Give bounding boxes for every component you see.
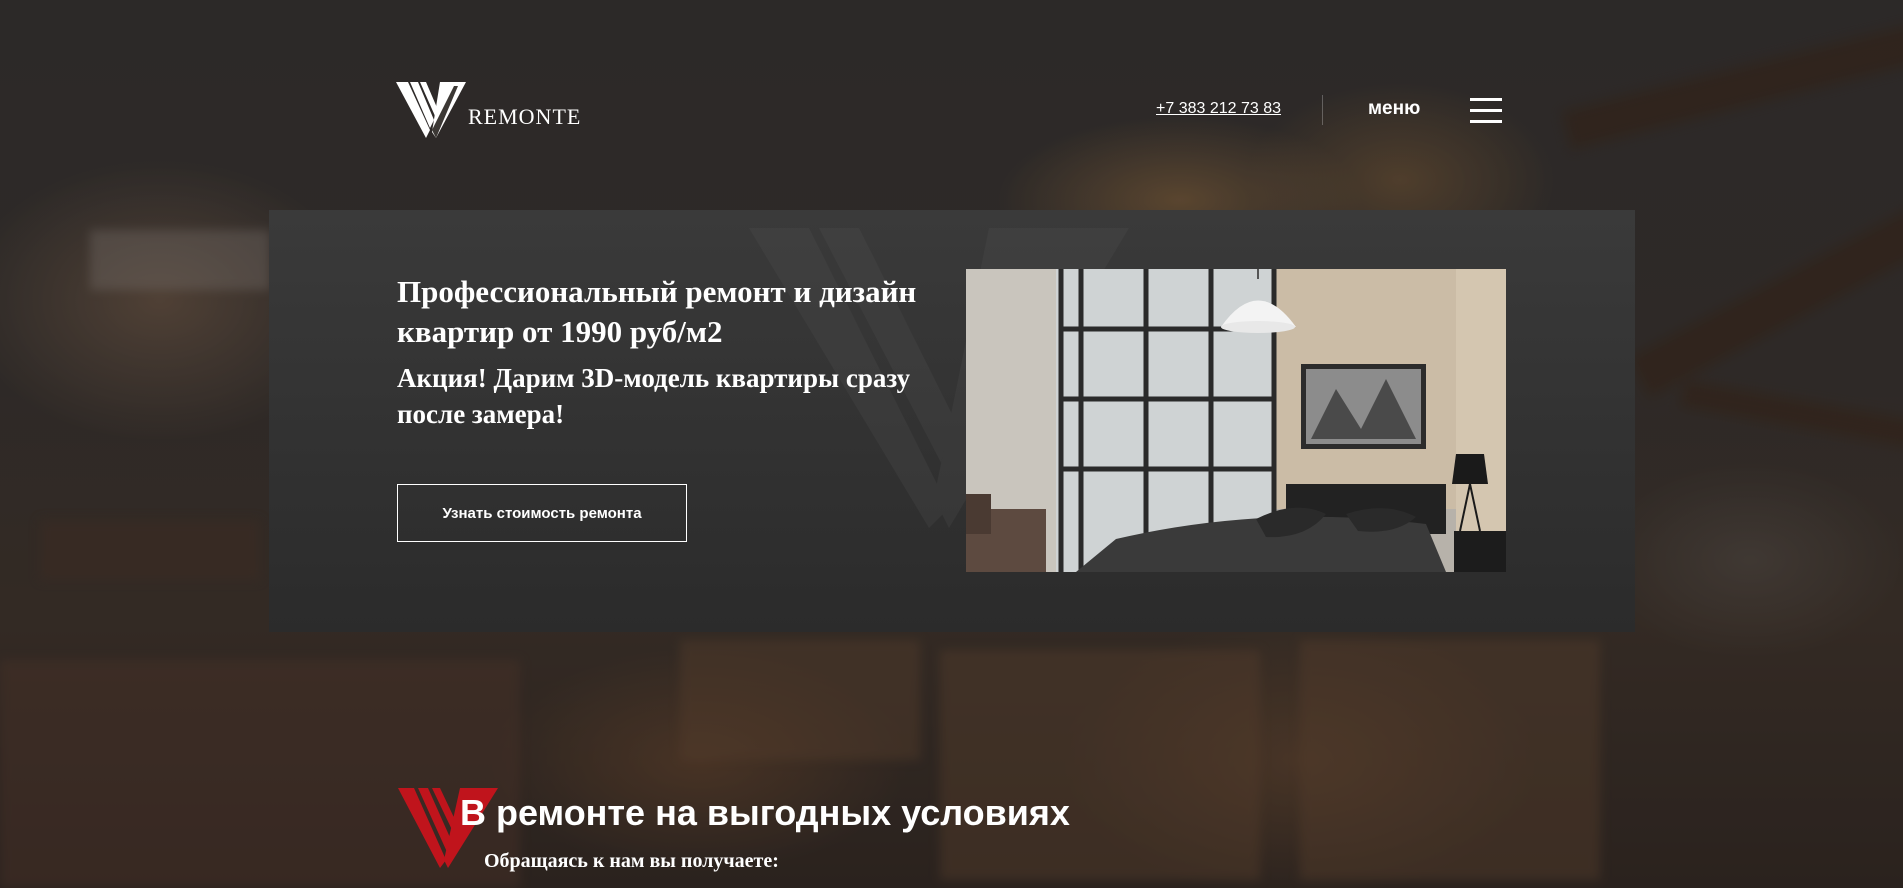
get-price-button[interactable]: Узнать стоимость ремонта [397,484,687,542]
menu-label[interactable]: меню [1368,98,1420,120]
phone-link[interactable]: +7 383 212 73 83 [1156,100,1281,118]
section-title: В ремонте на выгодных условиях [460,792,1070,833]
hero-panel: Профессиональный ремонт и дизайн квартир… [269,210,1635,632]
hero-subtitle: Акция! Дарим 3D-модель квартиры сразу по… [397,363,911,429]
logo-v-icon [396,82,466,138]
header-divider [1322,95,1323,125]
bedroom-photo [966,269,1506,572]
hero-title: Профессиональный ремонт и дизайн квартир… [397,274,917,349]
section-subtitle: Обращаясь к нам вы получаете: [484,850,779,872]
site-logo[interactable]: REMONTE [396,82,581,138]
burger-menu-icon[interactable] [1470,98,1502,124]
logo-text: REMONTE [468,104,582,129]
